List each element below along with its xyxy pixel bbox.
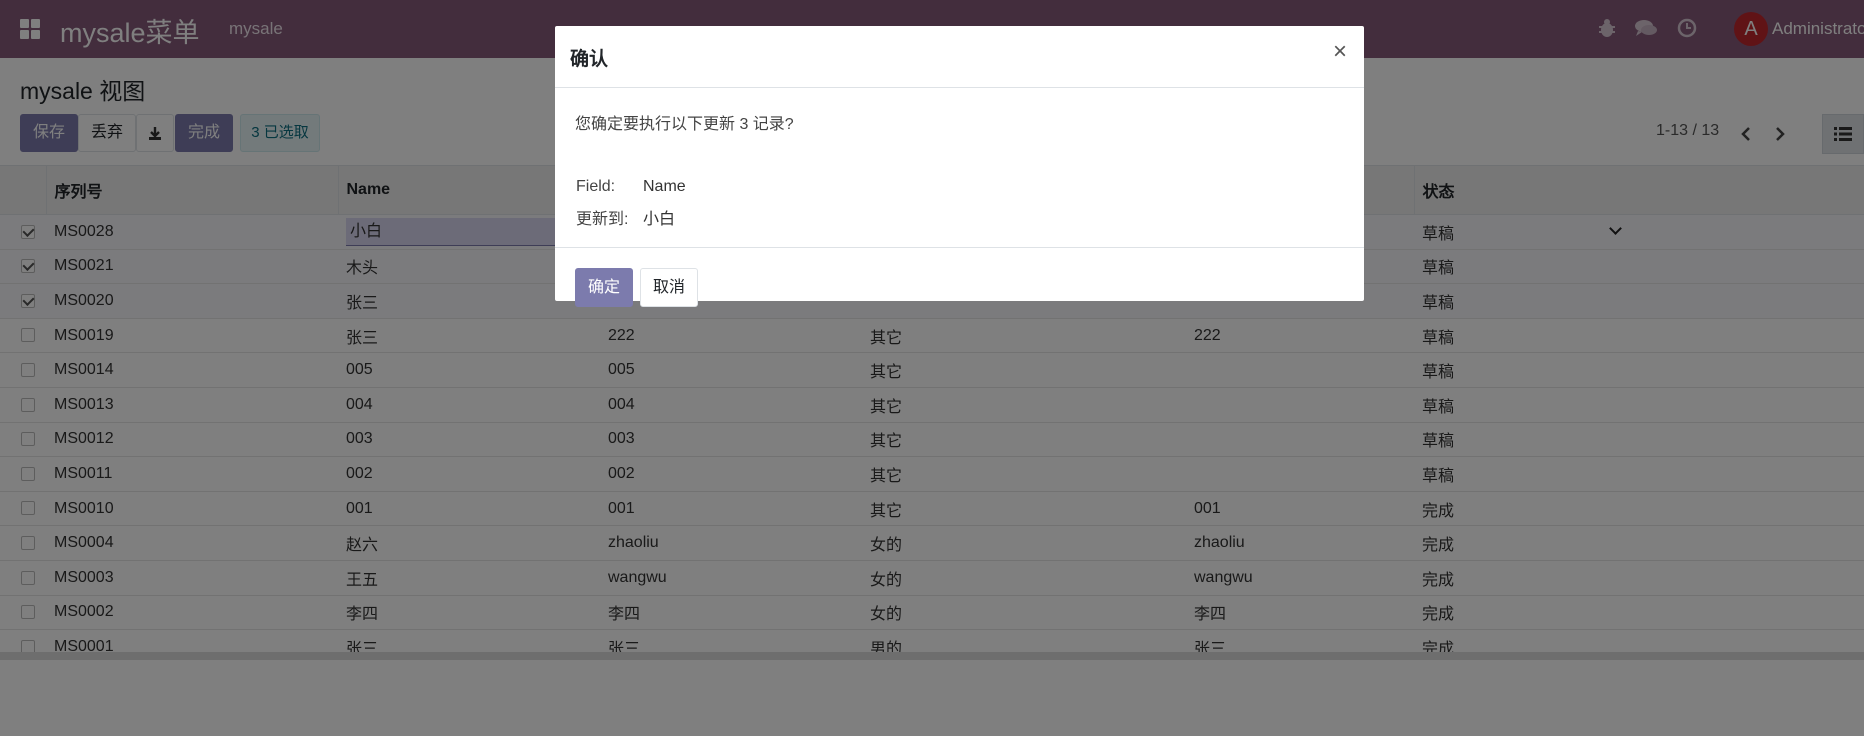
confirm-message: 您确定要执行以下更新 3 记录? <box>575 116 794 133</box>
field-value: Name <box>643 178 686 195</box>
confirm-dialog: 确认 × 您确定要执行以下更新 3 记录? Field: Name 更新到: 小… <box>555 26 1364 307</box>
dialog-header: 确认 × <box>555 26 1364 88</box>
dialog-title: 确认 <box>570 49 609 70</box>
update-value: 小白 <box>643 211 676 228</box>
cancel-button[interactable]: 取消 <box>640 268 698 307</box>
field-label: Field: <box>576 178 616 195</box>
close-icon[interactable]: × <box>1333 40 1347 64</box>
update-label: 更新到: <box>576 211 629 228</box>
dialog-body: 您确定要执行以下更新 3 记录? Field: Name 更新到: 小白 <box>555 88 1364 248</box>
confirm-button[interactable]: 确定 <box>575 268 633 307</box>
